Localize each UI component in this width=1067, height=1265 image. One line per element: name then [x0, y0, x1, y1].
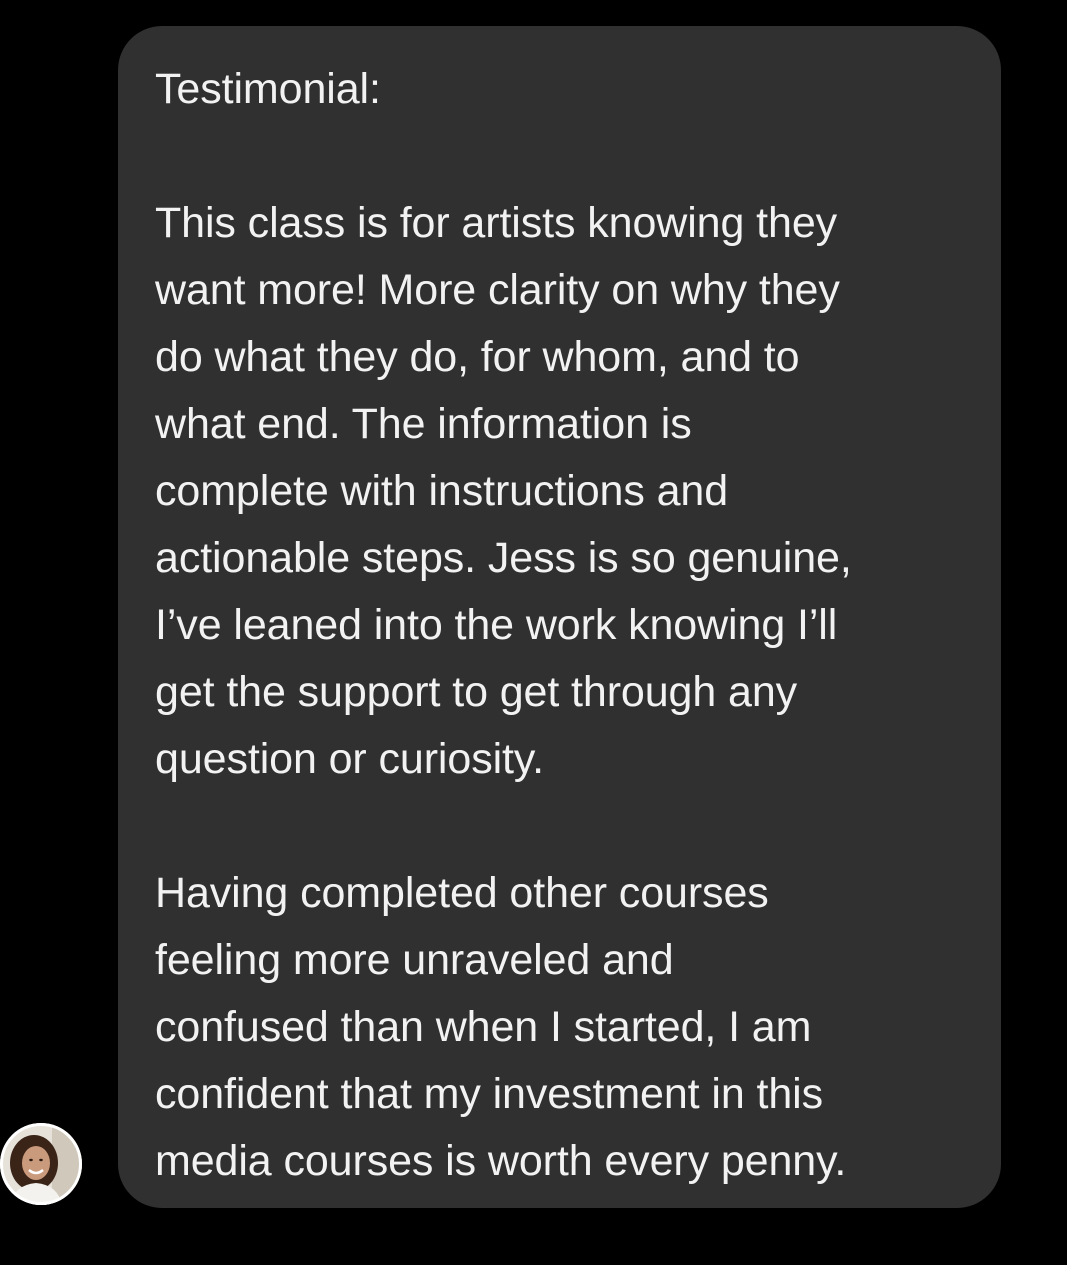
message-bubble[interactable]: Testimonial: This class is for artists k… — [118, 26, 1001, 1208]
message-line: question or curiosity. — [155, 735, 544, 783]
message-line: what end. The information is — [155, 400, 692, 448]
message-line: do what they do, for whom, and to — [155, 333, 800, 381]
message-line: media courses is worth every penny. — [155, 1137, 847, 1185]
message-line: This class is for artists knowing they — [155, 199, 838, 247]
sender-avatar-icon[interactable] — [0, 1123, 82, 1205]
message-thread: Testimonial: This class is for artists k… — [0, 0, 1067, 1265]
message-line: want more! More clarity on why they — [155, 266, 840, 314]
message-line: complete with instructions and — [155, 467, 729, 515]
message-line: feeling more unraveled and — [155, 936, 674, 984]
message-line: Having completed other courses — [155, 869, 769, 917]
message-heading: Testimonial: — [155, 65, 381, 113]
message-line: I’ve leaned into the work knowing I’ll — [155, 601, 838, 649]
avatar-photo-icon — [0, 1123, 82, 1205]
message-line: get the support to get through any — [155, 668, 798, 716]
message-line: actionable steps. Jess is so genuine, — [155, 534, 852, 582]
message-line: confident that my investment in this — [155, 1070, 824, 1118]
message-line: confused than when I started, I am — [155, 1003, 812, 1051]
